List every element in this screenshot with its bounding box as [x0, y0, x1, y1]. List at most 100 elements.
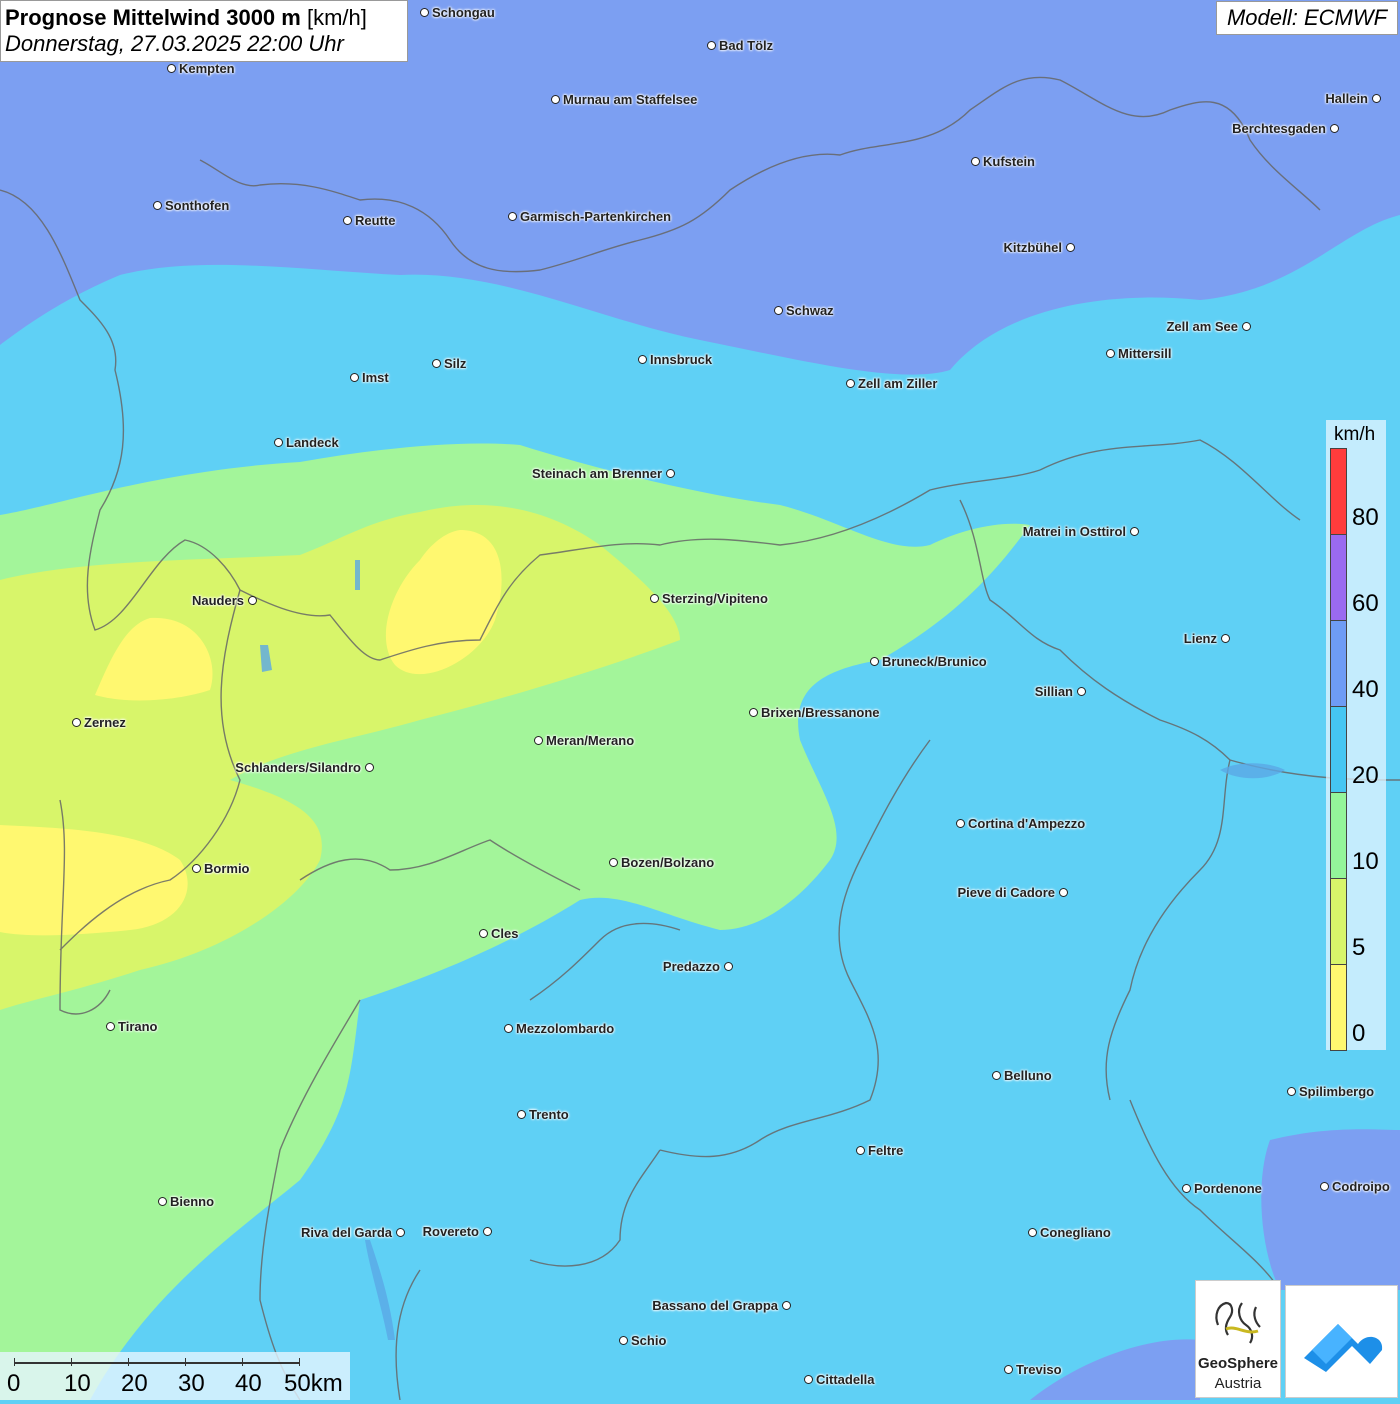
city-marker [167, 64, 176, 73]
city-marker [504, 1024, 513, 1033]
city-marker [158, 1197, 167, 1206]
city-marker [248, 596, 257, 605]
city-label: Spilimbergo [1299, 1084, 1375, 1099]
city-label: Bozen/Bolzano [621, 855, 715, 870]
city-marker [724, 962, 733, 971]
city-label: Schongau [432, 5, 495, 20]
city-marker [1077, 687, 1086, 696]
city-label: Landeck [286, 435, 339, 450]
city-marker [534, 736, 543, 745]
legend-unit: km/h [1334, 424, 1376, 445]
city-label: Codroipo [1332, 1179, 1390, 1194]
city-label: Kitzbühel [1003, 240, 1063, 255]
city-marker [992, 1071, 1001, 1080]
city-marker [432, 359, 441, 368]
city-marker [774, 306, 783, 315]
city-marker [707, 41, 716, 50]
legend-label: 5 [1352, 934, 1366, 961]
scale-tick [185, 1358, 186, 1366]
city-label: Conegliano [1040, 1225, 1111, 1240]
legend-label: 60 [1352, 590, 1379, 617]
city-label: Belluno [1004, 1068, 1052, 1083]
model-label: Modell: ECMWF [1216, 1, 1398, 35]
city-label: Bruneck/Brunico [882, 654, 987, 669]
city-marker [350, 373, 359, 382]
city-label: Brixen/Bressanone [761, 705, 880, 720]
city-label: Tirano [118, 1019, 158, 1034]
city-label: Zell am See [1166, 319, 1238, 334]
geosphere-emblem-icon [1215, 1301, 1261, 1344]
city-marker [343, 216, 352, 225]
scale-bar: 0 10 20 30 40 50km [0, 1352, 350, 1400]
city-marker [551, 95, 560, 104]
city-marker [1106, 349, 1115, 358]
legend-color-segment [1330, 534, 1347, 621]
city-marker [153, 201, 162, 210]
city-marker [1004, 1365, 1013, 1374]
legend-color-segment [1330, 620, 1347, 707]
city-marker [72, 718, 81, 727]
city-label: Treviso [1016, 1362, 1062, 1377]
city-label: Zell am Ziller [858, 376, 938, 391]
scale-tick [71, 1358, 72, 1366]
legend-color-segment [1330, 706, 1347, 793]
map-title-unit: [km/h] [306, 5, 367, 30]
city-label: Schio [631, 1333, 667, 1348]
city-marker [1320, 1182, 1329, 1191]
city-label: Mezzolombardo [516, 1021, 615, 1036]
city-label: Predazzo [662, 959, 720, 974]
scale-tick [128, 1358, 129, 1366]
city-marker [1330, 124, 1339, 133]
city-label: Pordenone [1194, 1181, 1262, 1196]
city-marker [1372, 94, 1381, 103]
city-marker [650, 594, 659, 603]
city-label: Murnau am Staffelsee [563, 92, 698, 107]
city-marker [483, 1227, 492, 1236]
city-marker [1287, 1087, 1296, 1096]
city-marker [517, 1110, 526, 1119]
city-label: Zernez [84, 715, 126, 730]
city-marker [1182, 1184, 1191, 1193]
city-marker [192, 864, 201, 873]
geosphere-line1: GeoSphere [1197, 1355, 1279, 1372]
city-label: Schwaz [786, 303, 834, 318]
city-label: Riva del Garda [300, 1225, 392, 1240]
city-marker [971, 157, 980, 166]
city-marker [1066, 243, 1075, 252]
wind-zone-40-se [1261, 1129, 1400, 1290]
city-marker [274, 438, 283, 447]
cloud-arrow-icon [1304, 1324, 1383, 1372]
city-label: Mittersill [1118, 346, 1172, 361]
scale-line [14, 1362, 299, 1364]
scale-label: 20 [121, 1370, 148, 1397]
legend-label: 10 [1352, 848, 1379, 875]
city-label: Bormio [204, 861, 250, 876]
map-title-box: Prognose Mittelwind 3000 m [km/h] Donner… [0, 0, 408, 62]
city-label: Bassano del Grappa [652, 1298, 778, 1313]
city-label: Trento [529, 1107, 569, 1122]
city-marker [749, 708, 758, 717]
scale-label: 10 [64, 1370, 91, 1397]
city-label: Sillian [1034, 684, 1073, 699]
city-label: Schlanders/Silandro [235, 760, 361, 775]
city-label: Matrei in Osttirol [1022, 524, 1126, 539]
geosphere-logo: GeoSphere Austria [1195, 1280, 1281, 1398]
geosphere-line2: Austria [1214, 1375, 1262, 1392]
city-label: Rovereto [422, 1224, 479, 1239]
city-label: Cortina d'Ampezzo [968, 816, 1086, 831]
city-marker [1028, 1228, 1037, 1237]
legend-color-segment [1330, 448, 1347, 535]
city-marker [479, 929, 488, 938]
color-legend: km/h 80 60 40 20 10 5 0 [1326, 420, 1386, 1051]
legend-color-segment [1330, 878, 1347, 965]
legend-label: 0 [1352, 1020, 1366, 1047]
city-label: Bad Tölz [719, 38, 774, 53]
scale-label: 50km [284, 1370, 343, 1397]
city-label: Garmisch-Partenkirchen [520, 209, 672, 224]
scale-tick [299, 1358, 300, 1366]
scale-label: 30 [178, 1370, 205, 1397]
city-label: Sterzing/Vipiteno [662, 591, 768, 606]
city-label: Cittadella [816, 1372, 875, 1387]
city-label: Pieve di Cadore [957, 885, 1055, 900]
scale-tick [242, 1358, 243, 1366]
